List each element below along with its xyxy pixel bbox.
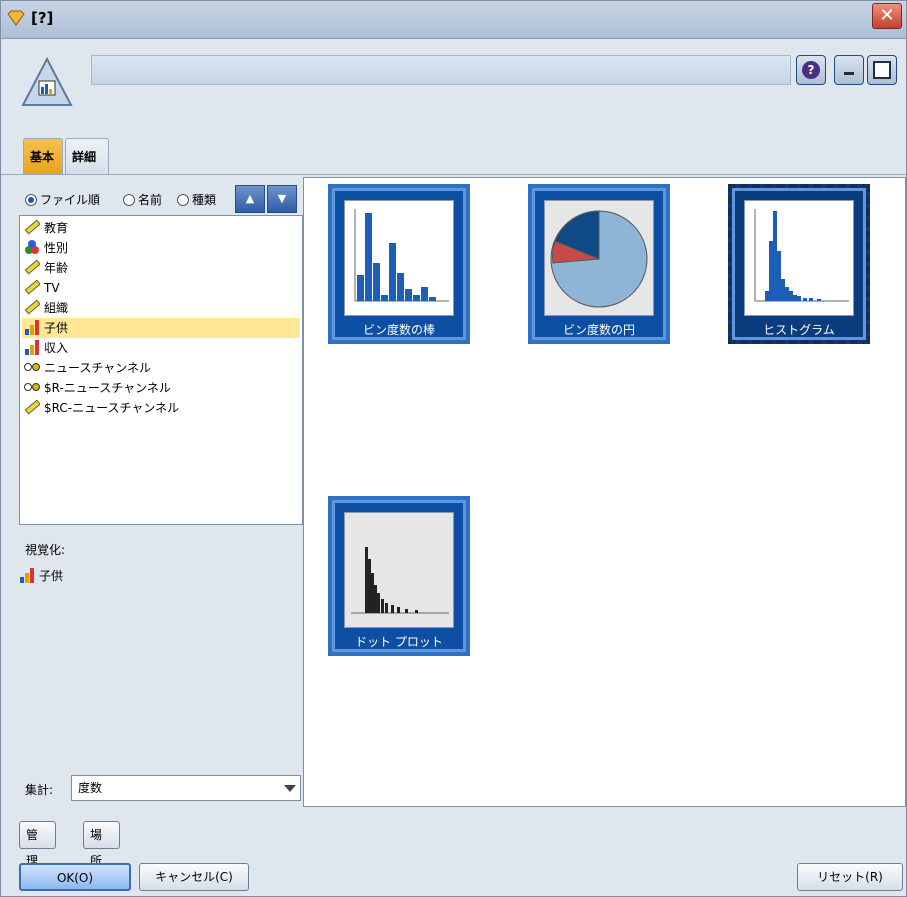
flag-icon <box>24 383 40 391</box>
cancel-button[interactable]: キャンセル(C) <box>139 863 249 891</box>
histogram-preview <box>744 200 854 316</box>
histogram-icon <box>754 209 849 302</box>
list-item[interactable]: $R-ニュースチャンネル <box>22 378 300 398</box>
header-area: ? <box>1 39 906 129</box>
field-list[interactable]: 教育 性別 年齢 TV 組織 子供 収入 ニュースチャンネル $R-ニュースチャ… <box>19 215 303 525</box>
minimize-icon <box>844 72 854 75</box>
svg-text:?: ? <box>808 63 815 77</box>
ruler-continuous-icon <box>24 259 40 275</box>
field-panel: ファイル順 名前 種類 ▲ ▼ 教育 性別 年齢 TV 組織 子供 収入 ニュー… <box>19 177 303 817</box>
manage-button[interactable]: 管理... <box>19 821 57 868</box>
field-label: $RC-ニュースチャンネル <box>44 401 180 415</box>
minimize-button[interactable] <box>834 55 864 85</box>
dot-plot-preview <box>344 512 454 628</box>
tab-detailed[interactable]: 詳細 <box>65 138 109 174</box>
field-label: 教育 <box>44 221 69 235</box>
pie-chart-icon <box>550 210 648 308</box>
field-label: 組織 <box>44 301 69 315</box>
pie-chart-preview <box>544 200 654 316</box>
maximize-button[interactable] <box>867 55 897 85</box>
ruler-continuous-icon <box>24 299 40 315</box>
list-item-selected[interactable]: 子供 <box>22 318 300 338</box>
aggregate-dropdown[interactable]: 度数 <box>71 775 301 801</box>
sort-radio-name[interactable]: 名前 <box>123 191 162 208</box>
graphboard-node-icon <box>21 57 73 106</box>
sort-up-icon: ▲ <box>245 192 255 205</box>
ordinal-bars-icon <box>25 340 39 355</box>
graphboard-dialog: [?] ✕ ? 基本 詳細 ファイル順 名前 種類 ▲ ▼ 教育 性別 年齢 T… <box>0 0 907 897</box>
aggregate-value: 度数 <box>78 781 103 795</box>
thumbnail-caption: ドット プロット <box>355 635 443 649</box>
field-label: $R-ニュースチャンネル <box>44 381 171 395</box>
list-item[interactable]: 教育 <box>22 218 300 238</box>
help-button[interactable]: ? <box>796 55 826 85</box>
field-label: 性別 <box>44 241 69 255</box>
field-label: 年齢 <box>44 261 69 275</box>
ok-button[interactable]: OK(O) <box>19 863 131 891</box>
thumbnail-caption: ビン度数の円 <box>562 323 635 337</box>
field-label: TV <box>44 281 60 295</box>
list-item[interactable]: ニュースチャンネル <box>22 358 300 378</box>
ordinal-bars-icon <box>25 320 39 335</box>
location-button[interactable]: 場所... <box>83 821 121 868</box>
sort-label: 種類 <box>192 193 217 207</box>
list-item[interactable]: 年齢 <box>22 258 300 278</box>
flag-nominal-icon <box>25 240 39 254</box>
radio-selected-icon <box>25 194 37 206</box>
chevron-down-icon <box>284 785 296 792</box>
dot-plot-icon <box>351 547 449 614</box>
list-item[interactable]: 性別 <box>22 238 300 258</box>
thumbnail-caption: ビン度数の棒 <box>362 323 435 337</box>
close-button[interactable]: ✕ <box>872 3 902 29</box>
close-icon: ✕ <box>879 5 895 26</box>
radio-icon <box>123 194 135 206</box>
list-item[interactable]: $RC-ニュースチャンネル <box>22 398 300 418</box>
field-label: 収入 <box>44 341 69 355</box>
thumbnail-binned-bar[interactable]: ビン度数の棒 <box>328 184 470 344</box>
visualization-gallery: ビン度数の棒 ビン度数の円 ヒストグラム ドット プロット <box>303 177 906 807</box>
field-label: 子供 <box>44 321 69 335</box>
visualization-field: 子供 <box>19 567 63 584</box>
help-icon: ? <box>802 61 820 79</box>
visualization-label: 視覚化: <box>25 543 66 557</box>
sort-label: 名前 <box>138 193 163 207</box>
ruler-continuous-icon <box>24 219 40 235</box>
list-item[interactable]: 組織 <box>22 298 300 318</box>
thumbnail-dot-plot[interactable]: ドット プロット <box>328 496 470 656</box>
tab-strip: 基本 詳細 <box>1 129 906 175</box>
visualization-field-label: 子供 <box>39 569 64 583</box>
diamond-app-icon <box>7 10 25 26</box>
sort-label: ファイル順 <box>40 193 101 207</box>
thumbnail-binned-pie[interactable]: ビン度数の円 <box>528 184 670 344</box>
thumbnail-histogram[interactable]: ヒストグラム <box>728 184 870 344</box>
node-name-field[interactable] <box>91 55 791 85</box>
sort-radio-type[interactable]: 種類 <box>177 191 216 208</box>
aggregate-label: 集計: <box>25 783 54 797</box>
thumbnail-caption: ヒストグラム <box>763 323 835 337</box>
reset-button[interactable]: リセット(R) <box>797 863 903 891</box>
radio-icon <box>177 194 189 206</box>
sort-descending-button[interactable]: ▼ <box>267 185 297 213</box>
bar-chart-preview <box>344 200 454 316</box>
sort-down-icon: ▼ <box>277 192 287 205</box>
list-item[interactable]: TV <box>22 278 300 298</box>
title-bar: [?] ✕ <box>1 1 906 39</box>
field-label: ニュースチャンネル <box>44 361 152 375</box>
maximize-icon <box>873 61 891 79</box>
bar-chart-icon <box>354 209 449 302</box>
ruler-continuous-icon <box>24 399 40 415</box>
ruler-continuous-icon <box>24 279 40 295</box>
sort-ascending-button[interactable]: ▲ <box>235 185 265 213</box>
list-item[interactable]: 収入 <box>22 338 300 358</box>
flag-icon <box>24 363 40 371</box>
tab-basic[interactable]: 基本 <box>23 138 63 174</box>
sort-options: ファイル順 名前 種類 ▲ ▼ <box>19 183 303 213</box>
window-title: [?] <box>31 9 54 27</box>
sort-radio-file-order[interactable]: ファイル順 <box>25 191 100 208</box>
ordinal-bars-icon <box>20 568 34 583</box>
